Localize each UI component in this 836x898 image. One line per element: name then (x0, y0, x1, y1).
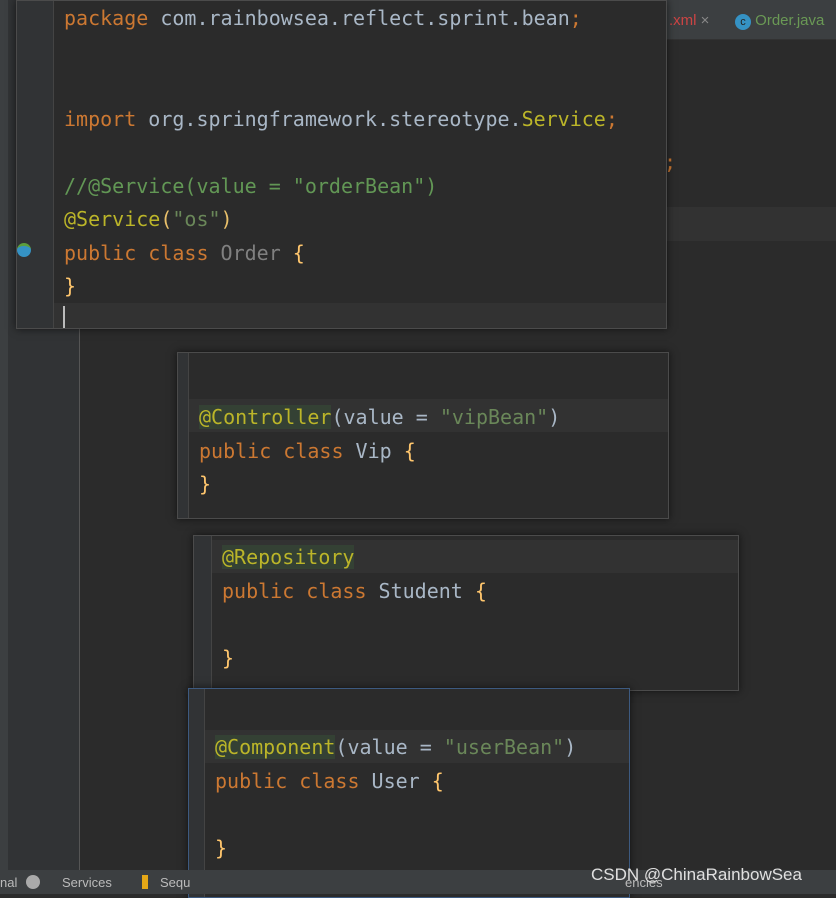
tool-window-strip (0, 0, 8, 870)
closing-brace: } (222, 646, 235, 670)
keyword: public (215, 769, 288, 793)
annotation: @Controller (199, 405, 332, 429)
comment-line: //@Service(value = "orderBean") (64, 174, 438, 198)
import-path: org.springframework.stereotype. (136, 107, 522, 131)
closing-brace: } (215, 836, 228, 860)
paren: ( (160, 207, 173, 231)
text-caret (63, 306, 65, 328)
snippet-order: package com.rainbowsea.reflect.sprint.be… (16, 0, 667, 329)
class-name: Student (378, 579, 463, 603)
string: "userBean" (443, 735, 565, 759)
keyword: class (287, 769, 372, 793)
paren: ) (548, 405, 561, 429)
string: "os" (172, 207, 221, 231)
gutter (178, 353, 189, 518)
import-class: Service (521, 107, 606, 131)
snippet-vip: @Controller(value = "vipBean") public cl… (177, 352, 669, 519)
annotation-line: @Repository (222, 545, 355, 569)
import-line: import org.springframework.stereotype.Se… (64, 107, 618, 131)
keyword: public (64, 241, 137, 265)
keyword: import (64, 107, 137, 131)
editor-tabs: .xml × c Order.java (640, 0, 836, 40)
tab-order-java[interactable]: c Order.java (735, 12, 824, 30)
close-icon[interactable]: × (701, 12, 710, 29)
tab-xml[interactable]: .xml × (669, 12, 709, 29)
class-line: public class Vip { (199, 439, 416, 463)
services-icon (26, 875, 40, 889)
annotation-line: @Controller(value = "vipBean") (199, 405, 560, 429)
closing-brace: } (199, 472, 212, 496)
annotation-line: @Service("os") (64, 207, 233, 231)
current-line (54, 303, 666, 328)
gutter (17, 1, 54, 328)
class-line: public class Student { (222, 579, 487, 603)
keyword: public (222, 579, 295, 603)
closing-brace: } (64, 274, 77, 298)
brace: { (391, 439, 416, 463)
class-name: User (371, 769, 420, 793)
class-line: public class Order { (64, 241, 305, 265)
bean-gutter-icon[interactable] (17, 243, 31, 257)
watermark: CSDN @ChinaRainbowSea (591, 865, 802, 884)
annotation: @Component (215, 735, 336, 759)
terminal-tab[interactable]: nal (0, 875, 17, 890)
brace: { (462, 579, 487, 603)
paren: ) (220, 207, 233, 231)
annotation: @Repository (222, 545, 355, 569)
keyword: public (199, 439, 272, 463)
annotation-line: @Component(value = "userBean") (215, 735, 576, 759)
package-line: package com.rainbowsea.reflect.sprint.be… (64, 6, 582, 30)
sequence-tab[interactable]: Sequ (160, 875, 190, 890)
tab-label: .xml (669, 12, 697, 29)
brace: { (280, 241, 305, 265)
class-icon: c (735, 14, 751, 30)
keyword: class (136, 241, 221, 265)
class-name: Vip (355, 439, 392, 463)
class-line: public class User { (215, 769, 444, 793)
package-name: com.rainbowsea.reflect.sprint.bean (148, 6, 570, 30)
class-name: Order (220, 241, 281, 265)
current-line-bg (660, 207, 836, 241)
gutter (194, 536, 212, 690)
args: (value = (335, 735, 444, 759)
string: "vipBean" (439, 405, 549, 429)
snippet-student: @Repository public class Student { } (193, 535, 739, 691)
gutter (189, 689, 205, 897)
keyword: package (64, 6, 149, 30)
annotation: @Service (64, 207, 161, 231)
paren: ) (564, 735, 577, 759)
snippet-user: @Component(value = "userBean") public cl… (188, 688, 630, 898)
semicolon: ; (605, 107, 618, 131)
keyword: class (271, 439, 356, 463)
brace: { (419, 769, 444, 793)
args: (value = (331, 405, 440, 429)
keyword: class (294, 579, 379, 603)
sequence-icon (142, 875, 148, 889)
services-tab[interactable]: Services (62, 875, 112, 890)
tab-label: Order.java (755, 12, 825, 29)
semicolon: ; (569, 6, 582, 30)
